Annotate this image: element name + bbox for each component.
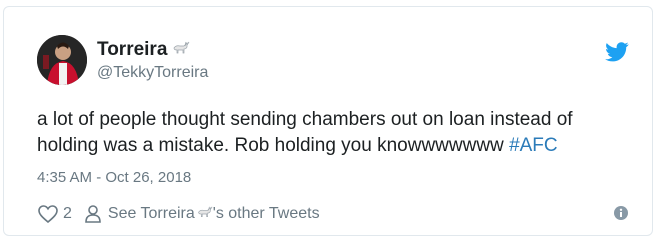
tweet-text: a lot of people thought sending chambers… [37, 107, 637, 159]
info-icon[interactable] [614, 206, 628, 220]
tweet-actions: 2 See Torreira 's other Tweets [37, 203, 320, 225]
person-icon [85, 205, 101, 223]
goat-emoji-icon [174, 41, 190, 54]
hashtag-link[interactable]: #AFC [509, 135, 558, 156]
heart-icon [38, 205, 58, 224]
author-name-row[interactable]: Torreira [97, 39, 190, 61]
avatar-photo [37, 35, 87, 85]
like-count: 2 [63, 205, 72, 222]
author-display-name[interactable]: Torreira [97, 39, 167, 61]
see-other-suffix: 's other Tweets [212, 205, 320, 222]
goat-emoji-icon [198, 206, 213, 218]
see-other-tweets-link[interactable]: See Torreira 's other Tweets [84, 204, 320, 224]
tweet-card: Torreira @TekkyTorreira a lot of people … [3, 6, 653, 236]
author-handle[interactable]: @TekkyTorreira [97, 64, 208, 82]
avatar[interactable] [37, 35, 87, 85]
twitter-bird-icon[interactable] [605, 42, 629, 62]
see-other-tweets-label: See Torreira 's other Tweets [108, 205, 320, 223]
tweet-body: a lot of people thought sending chambers… [37, 109, 573, 156]
see-other-prefix: See Torreira [107, 205, 195, 222]
tweet-timestamp[interactable]: 4:35 AM - Oct 26, 2018 [37, 169, 191, 186]
like-button[interactable]: 2 [37, 204, 84, 224]
